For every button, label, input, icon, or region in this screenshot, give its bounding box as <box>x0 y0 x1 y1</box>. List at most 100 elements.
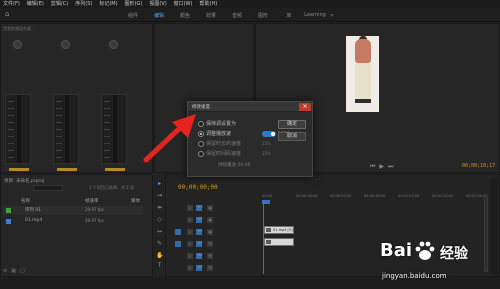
project-count: 1 个项目已选择，共 2 项 <box>89 185 134 190</box>
mute-icon[interactable]: M <box>207 265 213 271</box>
dialog-footer: 持续播放 00;00 <box>218 163 251 168</box>
menu-item[interactable]: 文件(F) <box>3 0 20 8</box>
video-preview <box>346 36 379 112</box>
option-keep-duration[interactable]: 保留时长的速度 25% <box>198 140 298 148</box>
option-keep-setting[interactable]: 保持调设置为 <box>198 120 276 128</box>
video-clip[interactable]: 01.mp4 [V] <box>264 226 294 234</box>
source-patch-icon[interactable] <box>175 241 181 247</box>
track-select-icon[interactable]: ⇥ <box>156 192 163 199</box>
track-label: A3 <box>198 265 203 269</box>
mixer-title: 音频剪辑混合器： <box>3 26 35 31</box>
step-back-icon[interactable]: ⏮ <box>370 163 375 171</box>
project-footer: ≡ ▦ ▢ <box>3 268 25 274</box>
level-meter-a2 <box>53 94 79 164</box>
menu-item[interactable]: 帮助(H) <box>200 0 218 8</box>
timeline-timecode[interactable]: 00;00;00;00 <box>178 184 218 191</box>
lock-icon[interactable]: ▫ <box>187 229 193 235</box>
workspace-tab[interactable]: 音频 <box>224 12 250 19</box>
workspace-tab[interactable]: 组件 <box>120 12 146 19</box>
pan-knob-a2[interactable] <box>61 40 70 49</box>
menu-item[interactable]: 标记(M) <box>99 0 117 8</box>
sequence-icon <box>6 208 11 213</box>
ok-button[interactable]: 确定 <box>278 120 306 129</box>
hand-tool-icon[interactable]: ✋ <box>156 252 163 259</box>
lock-icon[interactable]: ▫ <box>187 265 193 271</box>
menu-item[interactable]: 视图(V) <box>149 0 166 8</box>
fader-a2[interactable] <box>57 168 77 171</box>
menu-item[interactable]: 编辑(E) <box>27 0 44 8</box>
dialog-titlebar: 修改速度 × <box>188 102 312 112</box>
ruler-label: 00;00;48;00 <box>364 194 386 198</box>
play-icon[interactable]: ▶ <box>379 163 384 171</box>
ripple-edit-icon[interactable]: ⇹ <box>156 204 163 211</box>
audio-mixer-panel: 音频剪辑混合器： <box>0 23 153 173</box>
project-panel: 项目: 未命名.prproj 1 个项目已选择，共 2 项 名称 帧速率 媒体 … <box>0 174 153 277</box>
icon-view-icon[interactable]: ▦ <box>11 268 16 274</box>
annotation-arrow-icon <box>143 114 196 163</box>
eye-icon[interactable]: ◉ <box>207 229 213 235</box>
lock-icon[interactable]: ▫ <box>187 205 193 211</box>
fader-a3[interactable] <box>105 168 125 171</box>
track-label: V1 <box>198 229 203 233</box>
watermark-brand: Bai <box>380 240 413 261</box>
list-view-icon[interactable]: ≡ <box>3 268 7 274</box>
lock-icon[interactable]: ▫ <box>187 241 193 247</box>
workspace-tab[interactable]: 效果 <box>198 12 224 19</box>
new-item-icon[interactable]: ▢ <box>20 268 25 274</box>
source-patch-icon[interactable] <box>175 229 181 235</box>
ruler-label: 00;00 <box>262 194 273 198</box>
time-ruler[interactable]: 00;00 00;00;16;00 00;00;32;00 00;00;48;00 00… <box>262 194 498 202</box>
project-search-input[interactable] <box>33 185 63 191</box>
speed-toggle[interactable] <box>262 131 276 137</box>
col-media[interactable]: 媒体 <box>131 198 140 204</box>
col-name[interactable]: 名称 <box>21 198 30 204</box>
workspace-tab[interactable]: 图形 <box>250 12 276 19</box>
track-label: A1 <box>198 241 203 245</box>
pan-knob-a1[interactable] <box>13 40 22 49</box>
home-icon[interactable]: ⌂ <box>5 11 13 18</box>
track-label: V2 <box>198 217 203 221</box>
col-fps[interactable]: 帧速率 <box>85 198 99 204</box>
menu-item[interactable]: 序列(S) <box>75 0 92 8</box>
mute-icon[interactable]: M <box>207 253 213 259</box>
menu-item[interactable]: 图形(G) <box>125 0 143 8</box>
video-clip-icon <box>6 219 11 224</box>
speed-dialog: 修改速度 × 保持调设置为 调整播放速 100% 保留时长的速度 25% 保留时… <box>187 101 313 177</box>
level-meter-a3 <box>101 94 127 164</box>
option-keep-timecode[interactable]: 保留时间码速度 25% <box>198 150 298 158</box>
monitor-controls: ⏮ ▶ ⏭ <box>370 163 393 171</box>
close-icon[interactable]: × <box>299 103 311 111</box>
type-tool-icon[interactable]: T <box>156 262 163 269</box>
workspace-tab[interactable]: 编辑 <box>146 12 172 19</box>
eye-icon[interactable]: ◉ <box>207 205 213 211</box>
workspace-tab[interactable]: 颜色 <box>172 12 198 19</box>
baidu-watermark: Bai 经验 jingyan.baidu.com <box>370 234 498 286</box>
step-forward-icon[interactable]: ⏭ <box>388 163 393 171</box>
menu-item[interactable]: 窗口(W) <box>174 0 193 8</box>
menu-bar: 文件(F) 编辑(E) 剪辑(C) 序列(S) 标记(M) 图形(G) 视图(V) 窗口(W)… <box>0 0 500 8</box>
slip-tool-icon[interactable]: ↔ <box>156 228 163 235</box>
mute-icon[interactable]: M <box>207 241 213 247</box>
fader-a1[interactable] <box>9 168 29 171</box>
level-meter-a1 <box>5 94 31 164</box>
project-row[interactable]: 01.mp4 29.97 fps <box>3 217 143 226</box>
pan-knob-a3[interactable] <box>109 40 118 49</box>
project-row[interactable]: 序列 01 29.97 fps <box>3 206 143 215</box>
ruler-label: 00;00;16;00 <box>296 194 318 198</box>
eye-icon[interactable]: ◉ <box>207 217 213 223</box>
audio-clip[interactable] <box>264 238 294 246</box>
project-title: 项目: 未命名.prproj <box>4 179 45 184</box>
tools-panel: ▸ ⇥ ⇹ ◇ ↔ ✎ ✋ T <box>154 178 164 270</box>
pen-tool-icon[interactable]: ✎ <box>156 240 163 247</box>
razor-tool-icon[interactable]: ◇ <box>156 216 163 223</box>
workspace-tab[interactable]: 库 <box>276 12 302 19</box>
watermark-url: jingyan.baidu.com <box>382 272 447 280</box>
lock-icon[interactable]: ▫ <box>187 217 193 223</box>
workspace-tab[interactable]: Learning <box>302 12 328 18</box>
selection-tool-icon[interactable]: ▸ <box>156 180 163 187</box>
lock-icon[interactable]: ▫ <box>187 253 193 259</box>
cancel-button[interactable]: 取消 <box>278 132 306 141</box>
menu-item[interactable]: 剪辑(C) <box>51 0 68 8</box>
workspace-bar: ⌂ 组件 编辑 颜色 效果 音频 图形库 Learning» <box>0 8 500 22</box>
more-workspaces-icon[interactable]: » <box>330 12 334 19</box>
